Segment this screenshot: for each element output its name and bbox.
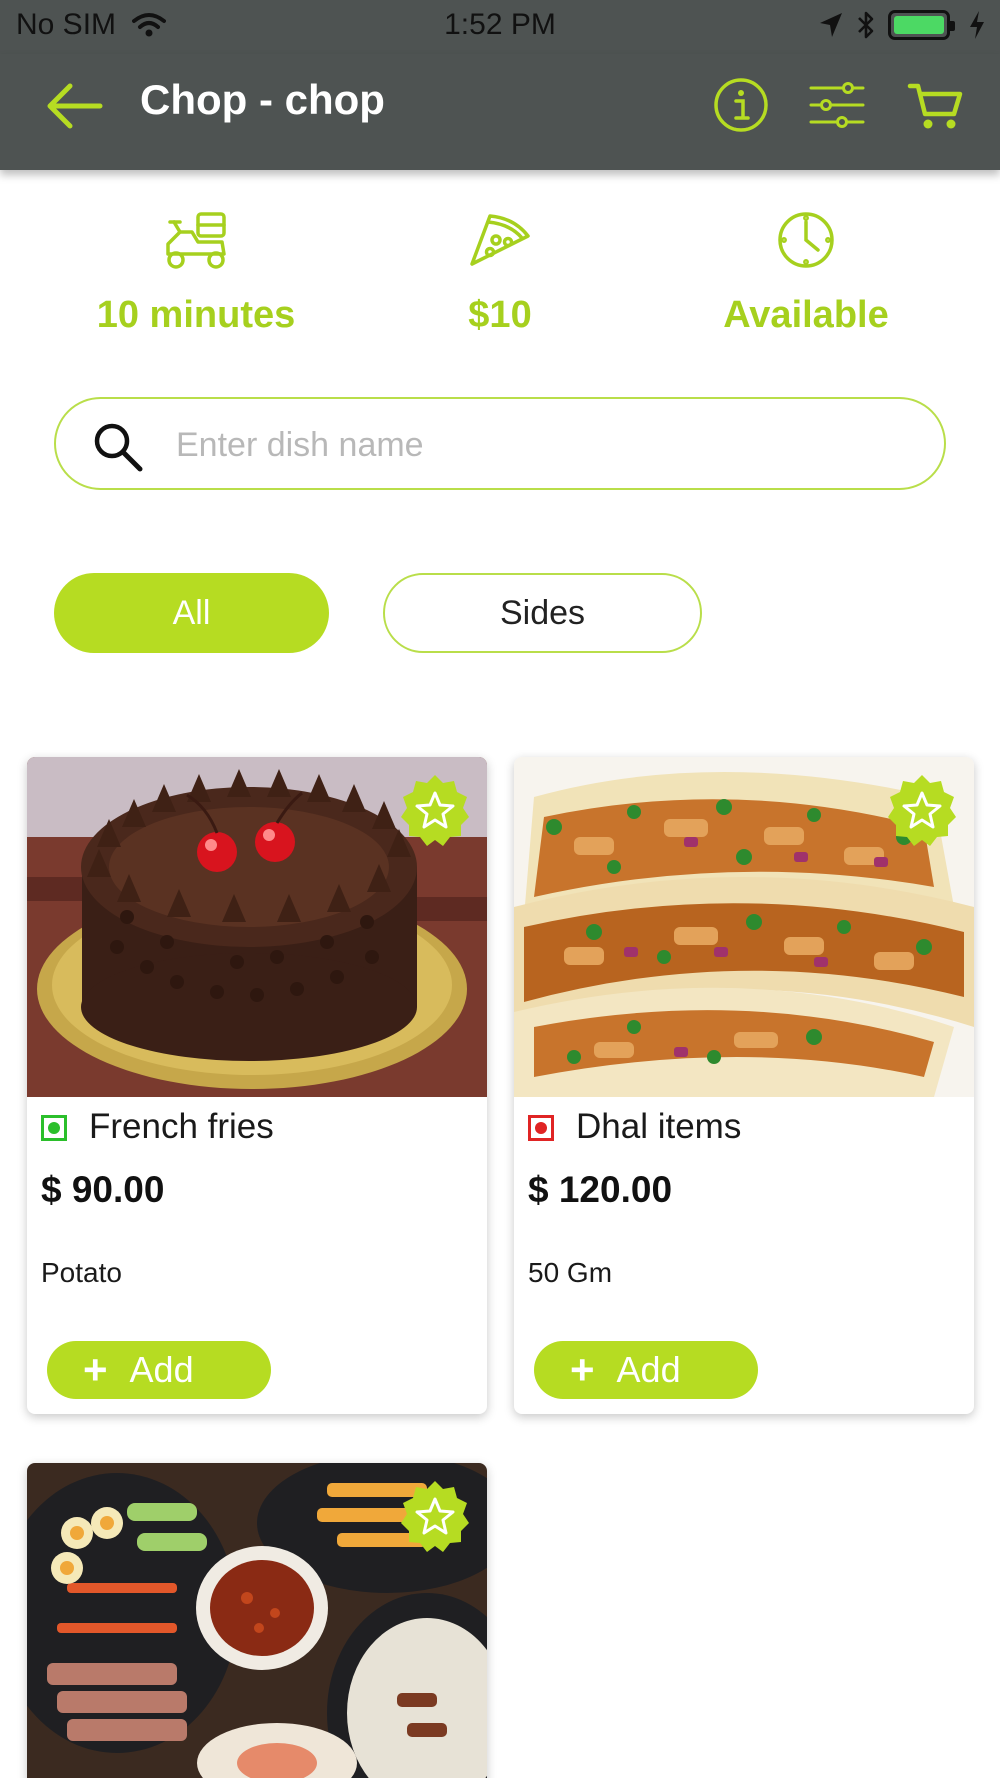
add-to-cart-button[interactable]: + Add — [534, 1341, 758, 1399]
clock-icon — [778, 212, 834, 268]
search-icon — [94, 423, 143, 472]
dish-price: $ 120.00 — [528, 1169, 673, 1210]
info-icon[interactable] — [712, 76, 770, 134]
dish-description: 50 Gm — [528, 1257, 613, 1288]
dish-card[interactable]: Dhal items $ 120.00 50 Gm + Add — [514, 757, 974, 1414]
delivery-scooter-icon — [166, 212, 226, 269]
nav-bar: Chop - chop — [0, 54, 1000, 170]
favorite-star-icon[interactable] — [397, 773, 473, 849]
dish-name: French fries — [89, 1107, 274, 1146]
add-button-label: Add — [129, 1349, 194, 1390]
status-bar: No SIM 1:52 PM — [0, 0, 1000, 54]
dish-description: Potato — [41, 1257, 122, 1288]
dish-card[interactable] — [27, 1463, 487, 1778]
dish-price: $ 90.00 — [41, 1169, 165, 1210]
add-button-label: Add — [616, 1349, 681, 1390]
delivery-time-label: 10 minutes — [96, 294, 296, 336]
cart-icon[interactable] — [906, 76, 964, 134]
plus-icon: + — [570, 1346, 595, 1393]
delivery-time-info: 10 minutes — [66, 208, 326, 337]
location-arrow-icon — [820, 13, 842, 37]
availability-label: Available — [723, 294, 889, 336]
page-title: Chop - chop — [140, 76, 385, 123]
favorite-star-icon[interactable] — [884, 773, 960, 849]
filter-icon[interactable] — [808, 76, 866, 134]
add-to-cart-button[interactable]: + Add — [47, 1341, 271, 1399]
battery-icon — [888, 10, 955, 40]
non-veg-indicator — [528, 1115, 554, 1141]
plus-icon: + — [83, 1346, 108, 1393]
dish-card[interactable]: French fries $ 90.00 Potato + Add — [27, 757, 487, 1414]
search-input[interactable] — [176, 417, 916, 473]
min-order-label: $10 — [468, 294, 532, 336]
search-bar[interactable] — [54, 397, 946, 490]
min-order-info: $10 — [370, 208, 630, 337]
availability-info: Available — [676, 208, 936, 337]
back-arrow-icon[interactable] — [44, 80, 104, 132]
veg-indicator — [41, 1115, 67, 1141]
status-right — [818, 10, 986, 40]
category-chip-sides[interactable]: Sides — [383, 573, 702, 653]
dish-name: Dhal items — [576, 1107, 742, 1146]
category-chip-all[interactable]: All — [54, 573, 329, 653]
charging-bolt-icon — [970, 11, 984, 39]
bluetooth-icon — [858, 11, 874, 39]
favorite-star-icon[interactable] — [397, 1479, 473, 1555]
pizza-slice-icon — [470, 214, 530, 266]
